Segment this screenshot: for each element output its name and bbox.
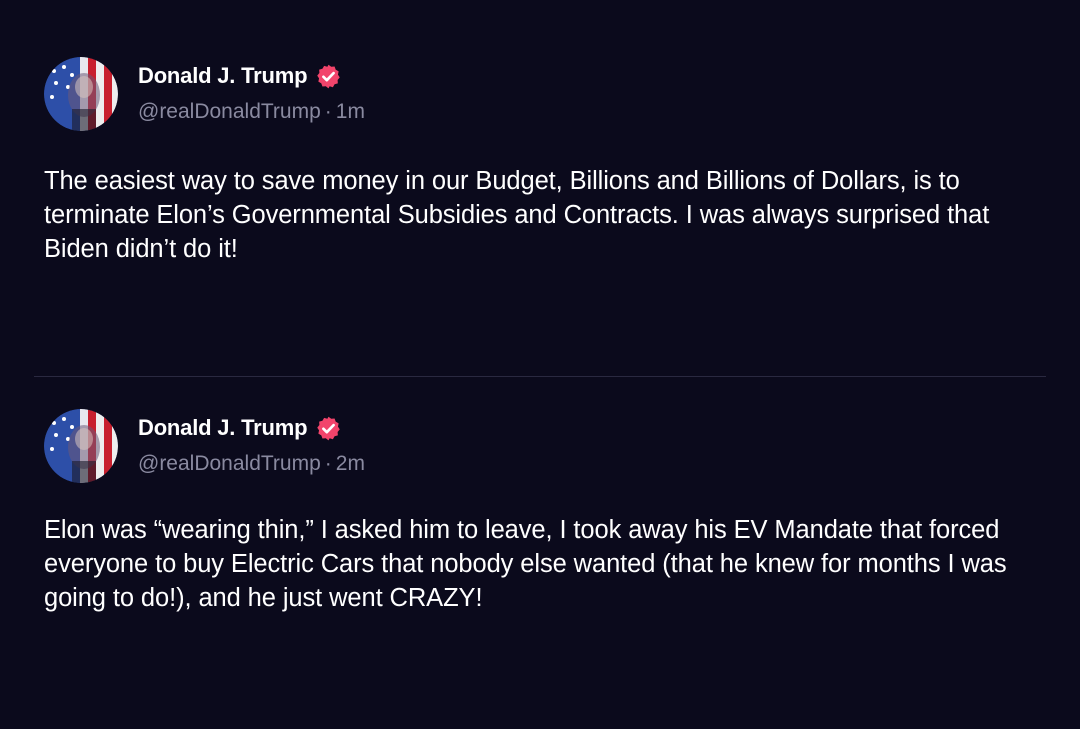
avatar-image xyxy=(44,409,118,483)
meta-row: @realDonaldTrump · 2m xyxy=(138,452,365,476)
meta-separator: · xyxy=(324,452,332,475)
display-name[interactable]: Donald J. Trump xyxy=(138,415,308,441)
timestamp[interactable]: 2m xyxy=(336,452,365,475)
timestamp[interactable]: 1m xyxy=(336,100,365,123)
post-header: Donald J. Trump @realDonaldTrump · 1m xyxy=(138,60,365,124)
avatar-image xyxy=(44,57,118,131)
post-header: Donald J. Trump @realDonaldTrump · 2m xyxy=(138,412,365,476)
post-text: The easiest way to save money in our Bud… xyxy=(44,167,990,263)
post-text: Elon was “wearing thin,” I asked him to … xyxy=(44,516,1007,612)
name-row: Donald J. Trump xyxy=(138,60,365,92)
verified-badge-icon xyxy=(315,63,342,90)
avatar[interactable] xyxy=(44,57,118,131)
name-row: Donald J. Trump xyxy=(138,412,365,444)
handle-link[interactable]: @realDonaldTrump xyxy=(138,452,321,475)
meta-row: @realDonaldTrump · 1m xyxy=(138,100,365,124)
post[interactable]: Donald J. Trump @realDonaldTrump · 2m Elon… xyxy=(0,377,1080,729)
display-name[interactable]: Donald J. Trump xyxy=(138,63,308,89)
handle-link[interactable]: @realDonaldTrump xyxy=(138,100,321,123)
meta-separator: · xyxy=(324,100,332,123)
post[interactable]: Donald J. Trump @realDonaldTrump · 1m The … xyxy=(0,0,1080,376)
post-feed: Donald J. Trump @realDonaldTrump · 1m The … xyxy=(0,0,1080,729)
avatar[interactable] xyxy=(44,409,118,483)
verified-badge-icon xyxy=(315,415,342,442)
